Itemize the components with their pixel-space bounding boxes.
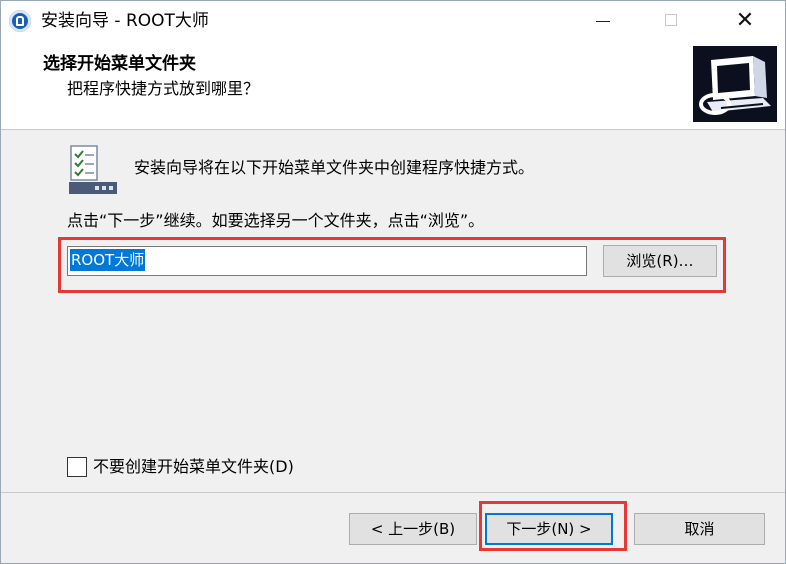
window-title: 安装向导 - ROOT大师	[41, 11, 209, 31]
minimize-icon	[596, 21, 610, 22]
next-button[interactable]: 下一步(N) >	[485, 513, 613, 545]
app-logo-icon	[9, 10, 31, 32]
page-title: 选择开始菜单文件夹	[43, 54, 196, 74]
info-text: 安装向导将在以下开始菜单文件夹中创建程序快捷方式。	[134, 158, 535, 177]
maximize-button[interactable]	[641, 1, 701, 41]
footer-divider	[1, 492, 785, 493]
start-menu-folder-input[interactable]: ROOT大师	[67, 246, 587, 276]
close-button[interactable]: ✕	[715, 1, 775, 41]
folder-input-selected-text: ROOT大师	[70, 249, 146, 271]
title-bar[interactable]: 安装向导 - ROOT大师 ✕	[1, 1, 785, 41]
maximize-icon	[665, 14, 677, 26]
checklist-panel-icon	[67, 144, 119, 196]
computer-wizard-icon	[693, 46, 777, 122]
instruction-text: 点击“下一步”继续。如要选择另一个文件夹，点击“浏览”。	[67, 211, 485, 230]
no-folder-checkbox[interactable]	[67, 457, 87, 477]
no-folder-checkbox-label[interactable]: 不要创建开始菜单文件夹(D)	[93, 456, 294, 478]
browse-button[interactable]: 浏览(R)…	[603, 245, 717, 277]
cancel-button[interactable]: 取消	[634, 513, 765, 545]
wizard-header: 选择开始菜单文件夹 把程序快捷方式放到哪里？	[1, 41, 785, 130]
back-button[interactable]: < 上一步(B)	[349, 513, 477, 545]
page-subtitle: 把程序快捷方式放到哪里？	[67, 79, 260, 98]
minimize-button[interactable]	[573, 1, 633, 41]
installer-window: 安装向导 - ROOT大师 ✕ 选择开始菜单文件夹 把程序快捷方式放到哪里？ 安…	[0, 0, 786, 564]
